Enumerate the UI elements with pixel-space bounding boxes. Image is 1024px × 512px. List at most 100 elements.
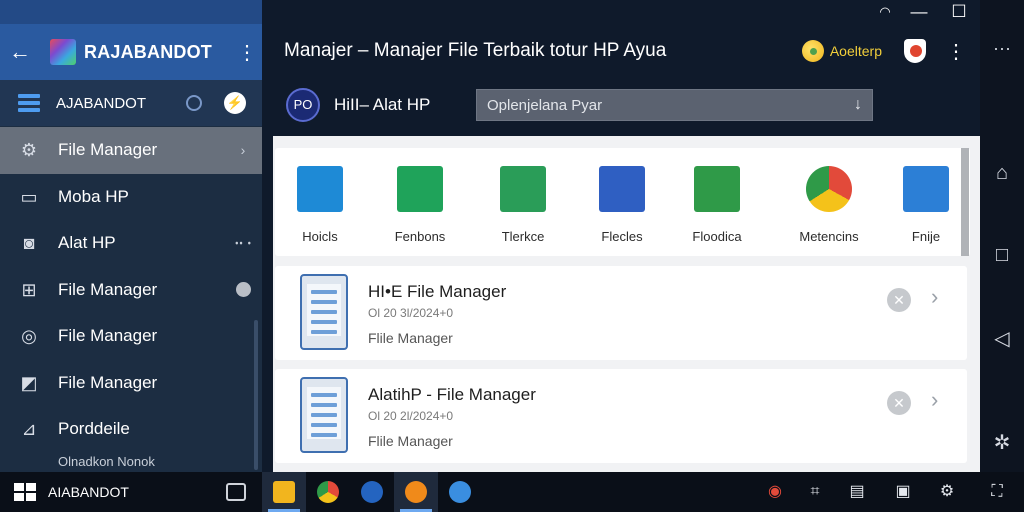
screenshot-icon[interactable]: ⛶ [984, 472, 1010, 512]
gear-tray-icon[interactable]: ⚙ [934, 472, 960, 512]
category-item[interactable]: Tlerkce [478, 166, 568, 244]
wifi-icon: ◠ [879, 4, 891, 19]
sidebar-item-label: Moba HP [58, 186, 129, 206]
minimize-button[interactable]: — [904, 0, 934, 24]
download-arrow-icon[interactable]: ↓ [854, 96, 862, 114]
category-item[interactable]: Hoicls [275, 166, 365, 244]
file-card-date: Ol 20 2l/2024+0 [368, 409, 454, 423]
status-dot [224, 282, 262, 298]
chevron-right-icon[interactable]: › [931, 284, 938, 310]
accelerator-icon [801, 40, 824, 62]
category-item[interactable]: Floodica [672, 166, 762, 244]
dismiss-icon[interactable]: ✕ [887, 288, 911, 312]
category-item[interactable]: Flecles [577, 166, 667, 244]
sidebar-footer-text: Olnadkon Nonok [58, 454, 155, 469]
dismiss-icon[interactable]: ✕ [887, 391, 911, 415]
taskbar-app[interactable] [306, 472, 350, 512]
camera-icon: ◙ [23, 233, 35, 254]
sidebar-item[interactable]: ◎ File Manager [0, 313, 262, 360]
back-arrow-icon[interactable]: ← [0, 39, 40, 65]
file-card-subtitle: Flile Manager [368, 330, 453, 346]
shield-icon[interactable] [904, 39, 926, 63]
main-header: Manajer – Manajer File Terbaik totur HP … [262, 24, 980, 78]
right-rail: ··· ⌂ □ ◁ ✲ [980, 0, 1024, 472]
category-label: Floodica [692, 229, 742, 244]
sidebar-header: ← RAJABANDOT ⋮ [0, 24, 262, 80]
sidebar-item[interactable]: ⊿ Porddeile [0, 406, 262, 453]
more-options-icon[interactable]: ⋮ [946, 39, 966, 64]
main-area: Manajer – Manajer File Terbaik totur HP … [262, 0, 981, 472]
chrome-icon [806, 166, 852, 212]
category-label: Metencins [799, 229, 859, 244]
taskbar: AIABANDOT ◉ ⌗ ▤ ▣ ⚙ ⛶ [0, 472, 1024, 512]
chevron-right-icon[interactable]: › [931, 387, 938, 413]
avatar[interactable]: PO [286, 88, 320, 122]
accelerator-button[interactable]: Aoelterp [801, 40, 882, 62]
account-name: AJABANDOT [56, 94, 147, 112]
file-card-title: HI•E File Manager [368, 282, 507, 301]
sidebar-more-icon[interactable]: ⋮ [232, 40, 262, 65]
phone-icon [300, 377, 348, 453]
sidebar: ← RAJABANDOT ⋮ AJABANDOT ⚡ ⚙ File Manager… [0, 0, 262, 472]
record-icon[interactable]: ◉ [762, 472, 788, 512]
sidebar-item-label: Alat HP [58, 233, 116, 253]
orange-app-icon [405, 481, 427, 503]
file-card-date: Ol 20 3l/2024+0 [368, 306, 454, 320]
sidebar-item-label: Porddeile [58, 419, 130, 439]
sidebar-item-label: File Manager [58, 140, 158, 160]
sidebar-item[interactable]: ▭ Moba HP [0, 174, 262, 221]
windows-start-icon[interactable] [14, 483, 36, 501]
square-icon[interactable]: □ [980, 244, 1024, 267]
sidebar-item[interactable]: ◙ Alat HP ꞏꞏ ꞏ [0, 220, 262, 267]
back-triangle-icon[interactable]: ◁ [980, 326, 1024, 351]
category-label: Fenbons [394, 229, 446, 244]
keyboard-icon[interactable]: ▤ [844, 472, 870, 512]
category-item[interactable]: Fenbons [375, 166, 465, 244]
overflow-icon[interactable]: ··· [980, 38, 1024, 59]
category-item[interactable]: Fnije [881, 166, 971, 244]
search-dropdown[interactable]: Oplenjelana Pyar ↓ [476, 89, 873, 121]
info-icon[interactable] [186, 95, 202, 111]
page-title: Manajer – Manajer File Terbaik totur HP … [284, 40, 667, 61]
sidebar-item-label: File Manager [58, 372, 158, 392]
chart-icon [397, 166, 443, 212]
app-logo-icon [50, 39, 76, 65]
category-label: Hoicls [302, 229, 338, 244]
sidebar-account-row[interactable]: AJABANDOT ⚡ [0, 80, 262, 126]
file-card-title: AlatihP - File Manager [368, 385, 536, 404]
category-label: Fnije [911, 229, 941, 244]
sidebar-item[interactable]: ⊞ File Manager [0, 267, 262, 314]
category-card: Hoicls Fenbons Tlerkce Flecles Floodica Meten… [275, 148, 970, 256]
gallery-icon: ◩ [20, 372, 38, 393]
taskbar-apps [262, 472, 482, 512]
settings-icon[interactable]: ✲ [980, 430, 1024, 455]
category-item[interactable]: Metencins [784, 166, 874, 244]
window-icon[interactable]: ▣ [890, 472, 916, 512]
check-folder-icon [694, 166, 740, 212]
taskbar-app[interactable] [350, 472, 394, 512]
app-name-label: HiII– Alat HP [334, 95, 431, 114]
edit-icon [599, 166, 645, 212]
doc-icon [500, 166, 546, 212]
maximize-button[interactable]: ☐ [944, 0, 974, 24]
docs-icon [903, 166, 949, 212]
taskbar-app[interactable] [262, 472, 306, 512]
sidebar-item[interactable]: ◩ File Manager [0, 360, 262, 407]
file-card[interactable]: AlatihP - File Manager Ol 20 2l/2024+0 Fli… [275, 369, 967, 463]
sidebar-scrollbar[interactable] [254, 320, 258, 470]
accelerator-label: Aoelterp [829, 43, 882, 59]
file-card[interactable]: HI•E File Manager Ol 20 3l/2024+0 Flile Ma… [275, 266, 967, 360]
folder-icon: ▭ [20, 186, 38, 207]
sidebar-item[interactable]: ⚙ File Manager › [0, 127, 262, 174]
tray-app-icon[interactable]: ⌗ [802, 472, 828, 512]
content-panel: Hoicls Fenbons Tlerkce Flecles Floodica Meten… [273, 136, 981, 472]
sidebar-item-label: File Manager [58, 326, 158, 346]
sync-icon [449, 481, 471, 503]
taskbar-app[interactable] [394, 472, 438, 512]
bolt-icon[interactable]: ⚡ [224, 92, 246, 114]
home-icon[interactable]: ⌂ [980, 162, 1024, 185]
taskbar-app[interactable] [438, 472, 482, 512]
list-icon [18, 94, 40, 112]
screen: ← RAJABANDOT ⋮ AJABANDOT ⚡ ⚙ File Manager… [0, 0, 1024, 512]
chat-icon[interactable] [226, 483, 246, 501]
